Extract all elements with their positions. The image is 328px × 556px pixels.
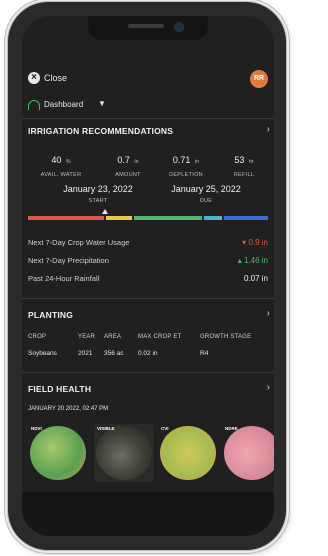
metric-value: 0.71	[172, 155, 191, 165]
chevron-right-icon[interactable]: ›	[267, 124, 270, 135]
camera	[174, 22, 184, 32]
row-label: Next 7-Day Precipitation	[28, 256, 109, 265]
field-image-ndre[interactable]: NDRE	[222, 424, 274, 482]
row-value-rainfall: 0.07 in	[244, 274, 268, 283]
image-label: CVI	[161, 426, 169, 431]
close-button[interactable]: Close	[44, 73, 67, 83]
start-date-value: January 23, 2022	[63, 184, 133, 194]
field-image-visible[interactable]: VISIBLE	[94, 424, 154, 482]
due-date: January 25, 2022 DUE	[158, 184, 254, 204]
field-map-circle	[224, 426, 274, 480]
row-value-text: 0.07 in	[243, 274, 268, 283]
cell-growth-stage: R4	[200, 350, 209, 357]
divider	[22, 118, 274, 119]
irrigation-title: IRRIGATION RECOMMENDATIONS	[28, 126, 174, 136]
row-rainfall: Past 24-Hour Rainfall 0.07 in	[28, 274, 268, 288]
bottom-area	[22, 492, 274, 536]
due-date-value: January 25, 2022	[171, 184, 241, 194]
row-label: Next 7-Day Crop Water Usage	[28, 238, 130, 247]
metric-value: 53	[234, 155, 245, 165]
timeline-bar-red	[28, 216, 104, 220]
field-health-title: FIELD HEALTH	[28, 384, 92, 394]
row-precipitation: Next 7-Day Precipitation ▴ 1.46 in	[28, 256, 268, 270]
metric-avail-water: 40 % AVAIL. WATER	[38, 150, 84, 178]
planting-title: PLANTING	[28, 310, 74, 320]
timeline-bar-blue	[224, 216, 268, 220]
start-date: January 23, 2022 START	[50, 184, 146, 204]
image-label: NDVI	[31, 426, 42, 431]
cell-area: 356 ac	[104, 350, 124, 357]
metric-unit: in	[134, 159, 139, 165]
row-value-precip: ▴ 1.46 in	[238, 256, 268, 265]
phone-frame: × Close RR Dashboard ▼ IRRIGATION RECOMM…	[8, 2, 286, 550]
row-value-text: 0.9 in	[248, 238, 268, 247]
field-map-circle	[96, 426, 152, 480]
field-map-circle	[160, 426, 216, 480]
due-date-label: DUE	[199, 198, 213, 204]
app-screen: × Close RR Dashboard ▼ IRRIGATION RECOMM…	[22, 16, 274, 536]
field-health-date: JANUARY 20 2022, 02:47 PM	[28, 406, 109, 412]
divider	[22, 372, 274, 373]
chevron-down-icon: ▼	[98, 99, 106, 108]
avatar[interactable]: RR	[250, 70, 268, 88]
cell-max-crop-et: 0.02 in	[138, 350, 158, 357]
col-header: YEAR	[78, 334, 96, 340]
start-date-label: START	[88, 198, 108, 204]
timeline-marker	[102, 209, 108, 214]
top-bar: × Close RR	[22, 68, 274, 88]
row-crop-water-usage: Next 7-Day Crop Water Usage ▾ 0.9 in	[28, 238, 268, 252]
timeline-bar-green	[134, 216, 202, 220]
dashboard-label: Dashboard	[44, 100, 84, 109]
col-header: CROP	[28, 334, 47, 340]
metric-unit: in	[194, 159, 200, 165]
metric-unit: hr	[248, 159, 254, 165]
metric-unit: %	[65, 159, 71, 165]
row-value-text: 1.46 in	[243, 256, 268, 265]
metric-value: 40	[51, 155, 62, 165]
metric-depletion: 0.71 in DEPLETION	[162, 150, 210, 178]
col-header: AREA	[104, 334, 122, 340]
field-image-cvi[interactable]: CVI	[158, 424, 218, 482]
metric-value: 0.7	[117, 155, 130, 165]
cell-year: 2021	[78, 350, 93, 357]
chevron-right-icon[interactable]: ›	[267, 308, 270, 319]
divider	[22, 298, 274, 299]
row-label: Past 24-Hour Rainfall	[28, 274, 100, 283]
row-value-crop-water: ▾ 0.9 in	[242, 238, 268, 247]
metric-refill: 53 hr REFILL	[226, 150, 262, 178]
speaker	[128, 24, 164, 28]
metric-label: AMOUNT	[115, 172, 141, 178]
timeline-bar-lightblue	[204, 216, 222, 220]
metric-label: AVAIL. WATER	[40, 172, 82, 178]
chevron-right-icon[interactable]: ›	[267, 382, 270, 393]
col-header: GROWTH STAGE	[200, 334, 252, 340]
metric-amount: 0.7 in AMOUNT	[108, 150, 148, 178]
metric-label: DEPLETION	[169, 172, 203, 178]
field-map-circle	[30, 426, 86, 480]
field-image-ndvi[interactable]: NDVI	[28, 424, 88, 482]
gauge-icon	[28, 100, 40, 110]
close-icon[interactable]: ×	[28, 72, 40, 84]
image-label: VISIBLE	[97, 426, 115, 431]
metric-label: REFILL	[233, 172, 255, 178]
image-label: NDRE	[225, 426, 238, 431]
cell-crop: Soybeans	[28, 350, 57, 357]
phone-notch	[88, 16, 208, 40]
timeline-bar-yellow	[106, 216, 132, 220]
col-header: MAX CROP ET	[138, 334, 182, 340]
